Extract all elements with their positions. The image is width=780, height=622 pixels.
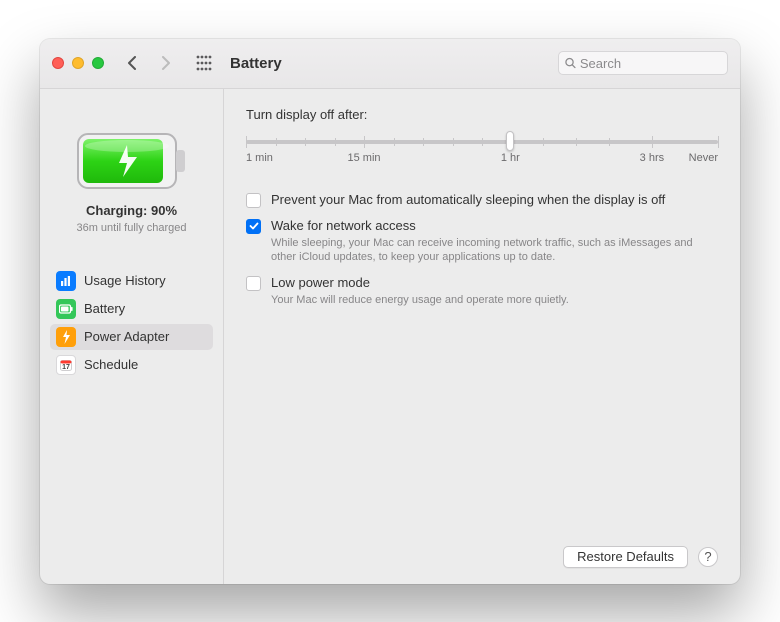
tick-3hrs: 3 hrs (640, 152, 664, 164)
checkbox-wake-network[interactable] (246, 219, 261, 234)
option-label: Prevent your Mac from automatically slee… (271, 192, 718, 207)
option-description: Your Mac will reduce energy usage and op… (271, 293, 701, 308)
show-all-button[interactable] (192, 55, 216, 71)
option-label: Low power mode (271, 275, 718, 290)
search-field[interactable] (558, 51, 728, 75)
sidebar-nav: Usage History Battery Power Adapter (50, 268, 213, 378)
tick-1min: 1 min (246, 152, 273, 164)
window-body: Charging: 90% 36m until fully charged Us… (40, 89, 740, 584)
close-window-button[interactable] (52, 57, 64, 69)
sidebar-item-usage-history[interactable]: Usage History (50, 268, 213, 294)
slider-thumb[interactable] (506, 131, 514, 151)
window-title: Battery (230, 55, 282, 72)
help-button[interactable]: ? (698, 547, 718, 567)
tick-15min: 15 min (347, 152, 380, 164)
sidebar-item-label: Power Adapter (84, 329, 169, 344)
battery-icon (77, 133, 187, 189)
sidebar-item-label: Battery (84, 301, 125, 316)
svg-text:17: 17 (62, 364, 70, 371)
option-low-power: Low power mode Your Mac will reduce ener… (246, 275, 718, 308)
charge-status: Charging: 90% (86, 203, 177, 218)
minimize-window-button[interactable] (72, 57, 84, 69)
option-description: While sleeping, your Mac can receive inc… (271, 236, 701, 266)
sidebar-item-power-adapter[interactable]: Power Adapter (50, 324, 213, 350)
display-off-slider[interactable]: 1 min 15 min 1 hr 3 hrs Never (246, 130, 718, 170)
sidebar-item-label: Usage History (84, 273, 166, 288)
tick-never: Never (689, 152, 718, 164)
checkbox-prevent-sleep[interactable] (246, 193, 261, 208)
checkbox-low-power[interactable] (246, 276, 261, 291)
preferences-window: Battery (40, 39, 740, 584)
sidebar-item-battery[interactable]: Battery (50, 296, 213, 322)
usage-history-icon (56, 271, 76, 291)
search-icon (565, 57, 576, 69)
battery-nav-icon (56, 299, 76, 319)
schedule-icon: 17 (56, 355, 76, 375)
zoom-window-button[interactable] (92, 57, 104, 69)
tick-1hr: 1 hr (501, 152, 520, 164)
search-input[interactable] (580, 56, 721, 71)
titlebar: Battery (40, 39, 740, 89)
back-button[interactable] (120, 56, 144, 70)
slider-label: Turn display off after: (246, 107, 718, 122)
sidebar-item-schedule[interactable]: 17 Schedule (50, 352, 213, 378)
traffic-lights (52, 57, 104, 69)
sidebar-item-label: Schedule (84, 357, 138, 372)
option-label: Wake for network access (271, 218, 718, 233)
sidebar: Charging: 90% 36m until fully charged Us… (40, 89, 224, 584)
forward-button[interactable] (154, 56, 178, 70)
content-footer: Restore Defaults ? (246, 546, 718, 568)
power-adapter-icon (56, 327, 76, 347)
content-pane: Turn display off after: 1 min (224, 89, 740, 584)
option-wake-network: Wake for network access While sleeping, … (246, 218, 718, 266)
restore-defaults-button[interactable]: Restore Defaults (563, 546, 688, 568)
option-prevent-sleep: Prevent your Mac from automatically slee… (246, 192, 718, 208)
charge-substatus: 36m until fully charged (76, 222, 186, 234)
